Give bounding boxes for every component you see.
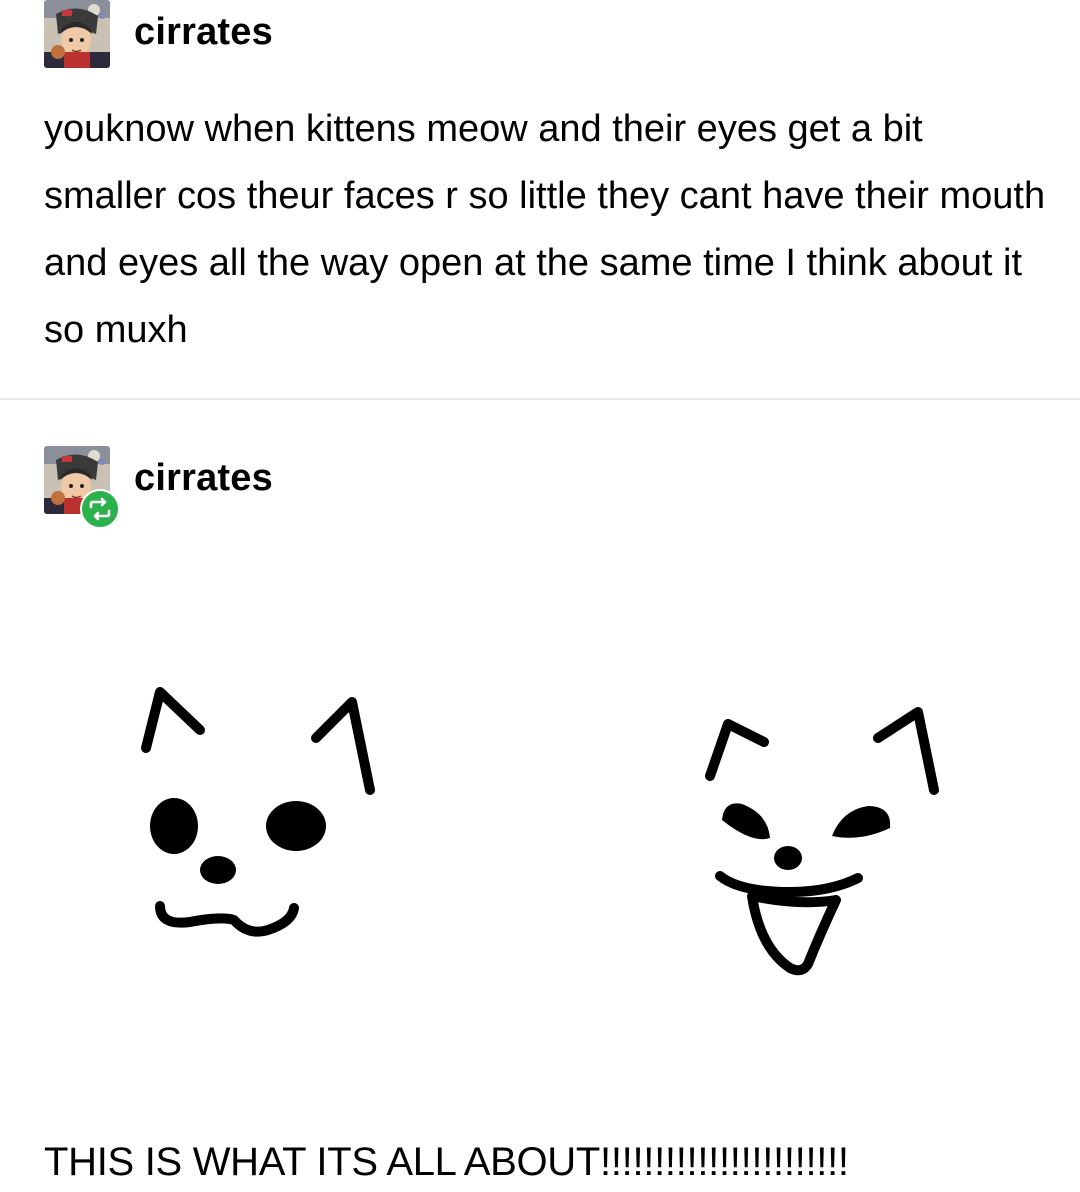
- username[interactable]: cirrates: [134, 456, 273, 500]
- post-original: cirrates youknow when kittens meow and t…: [0, 0, 1080, 398]
- post-header: cirrates: [44, 0, 644, 68]
- post-body-text: youknow when kittens meow and their eyes…: [44, 108, 1046, 351]
- username[interactable]: cirrates: [134, 10, 273, 54]
- reblog-icon: [80, 489, 120, 529]
- anime-character-avatar-icon[interactable]: [44, 0, 110, 68]
- post-reblog: cirrates THIS IS WHAT ITS ALL ABOUT!!!!!…: [0, 400, 1080, 1192]
- kitten-faces-drawing: [0, 630, 1080, 990]
- post-caption: THIS IS WHAT ITS ALL ABOUT!!!!!!!!!!!!!!…: [44, 1140, 849, 1184]
- post-header: cirrates: [44, 446, 644, 529]
